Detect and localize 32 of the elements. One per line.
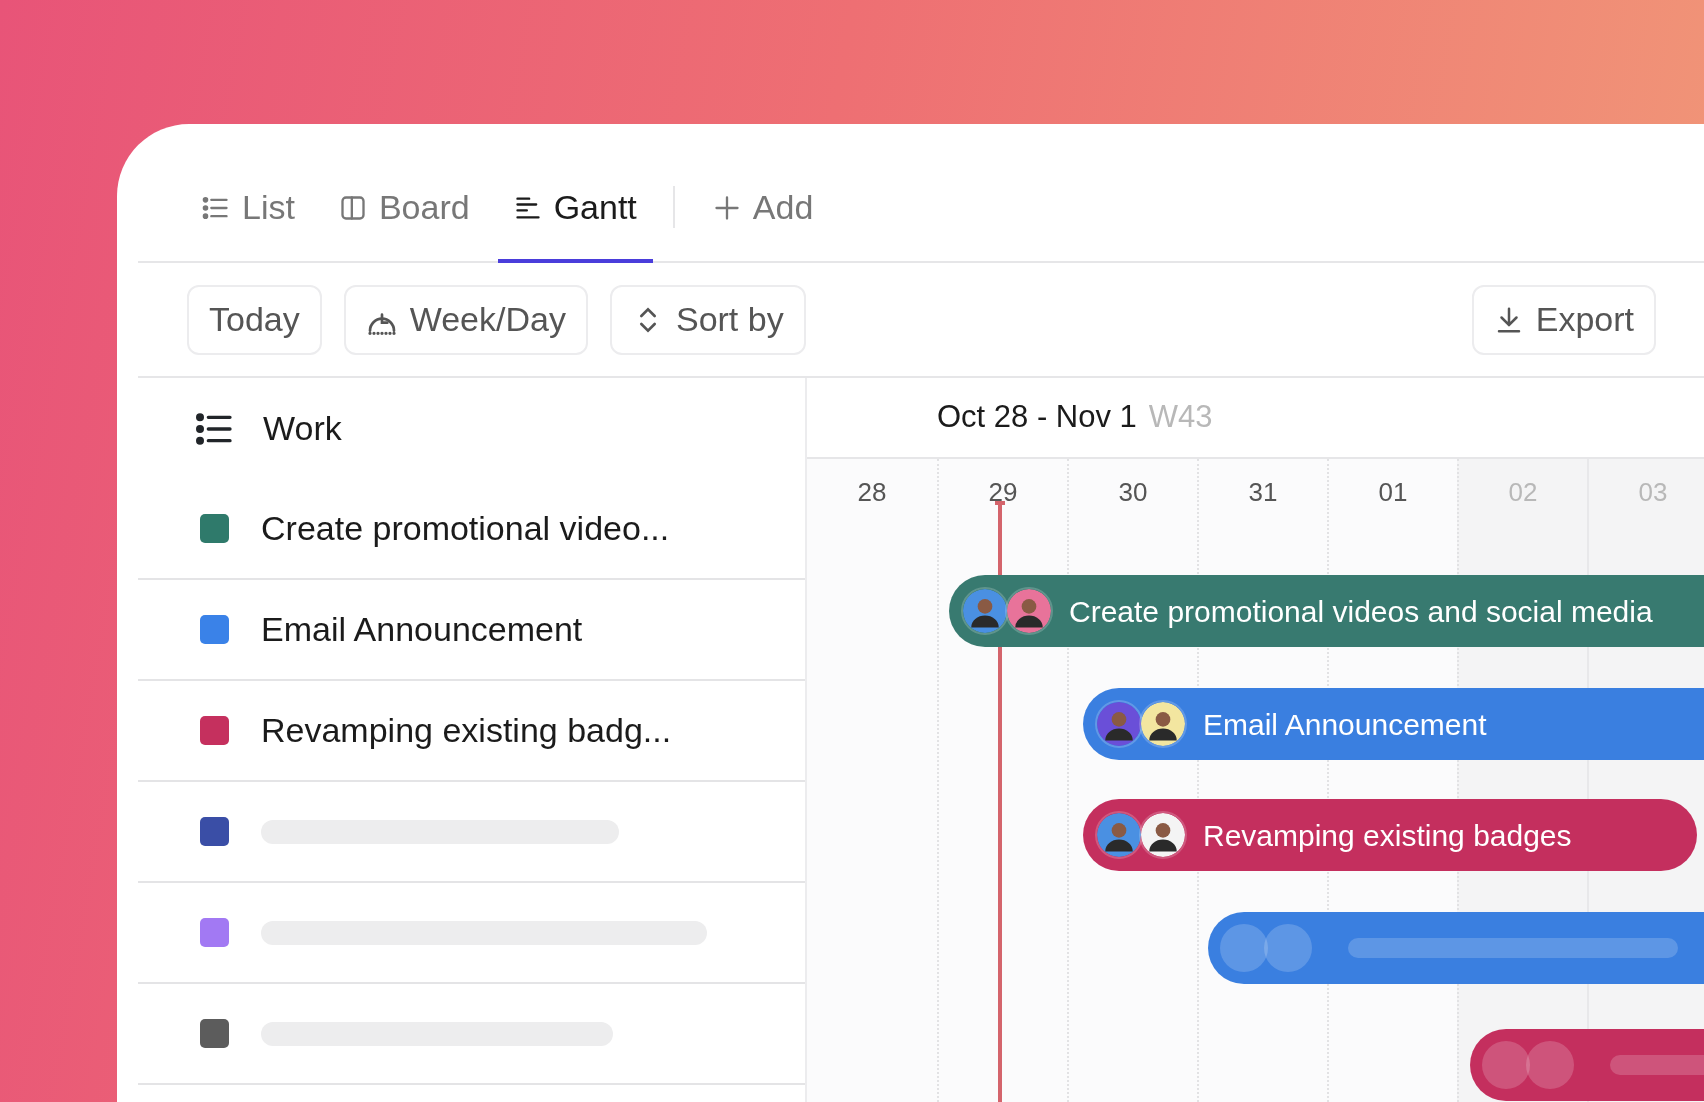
toolbar-button[interactable]: Today	[187, 284, 322, 355]
tab[interactable]: List	[186, 182, 311, 263]
toolbar-button[interactable]: Week/Day	[343, 284, 588, 355]
board-icon	[338, 193, 367, 222]
list-title: Work	[263, 408, 342, 449]
date-range: Oct 28 - Nov 1	[937, 398, 1137, 437]
task-bar[interactable]: Email Announcement	[1083, 688, 1704, 760]
tab[interactable]: Gantt	[497, 182, 653, 263]
task-bar[interactable]: Revamping existing badges	[1083, 799, 1697, 871]
day-label: 02	[1508, 476, 1538, 505]
task-name[interactable]: Create promotional video...	[261, 503, 670, 554]
export-button[interactable]: Export	[1471, 284, 1656, 355]
plus-icon	[712, 193, 741, 222]
avatar-icon	[1095, 811, 1143, 859]
day-label: 29	[988, 476, 1018, 505]
day-label: 30	[1118, 476, 1148, 505]
day-label: 28	[857, 476, 887, 505]
task-name[interactable]: Revamping existing badg...	[261, 705, 672, 756]
avatar-icon	[1005, 587, 1053, 635]
tab[interactable]: Board	[322, 182, 486, 263]
week-number: W43	[1148, 398, 1213, 437]
add-view-button[interactable]: Add	[696, 182, 830, 263]
avatar-icon	[961, 587, 1009, 635]
day-label: 03	[1638, 476, 1668, 505]
avatar-icon	[1139, 811, 1187, 859]
avatar-icon	[1139, 700, 1187, 748]
toolbar-button[interactable]: Sort by	[609, 284, 806, 355]
day-label: 01	[1378, 476, 1408, 505]
task-bar[interactable]: Create promotional videos and social media	[949, 575, 1704, 647]
day-label: 31	[1248, 476, 1278, 505]
avatar-icon	[1095, 700, 1143, 748]
task-name[interactable]: Email Announcement	[261, 604, 583, 655]
